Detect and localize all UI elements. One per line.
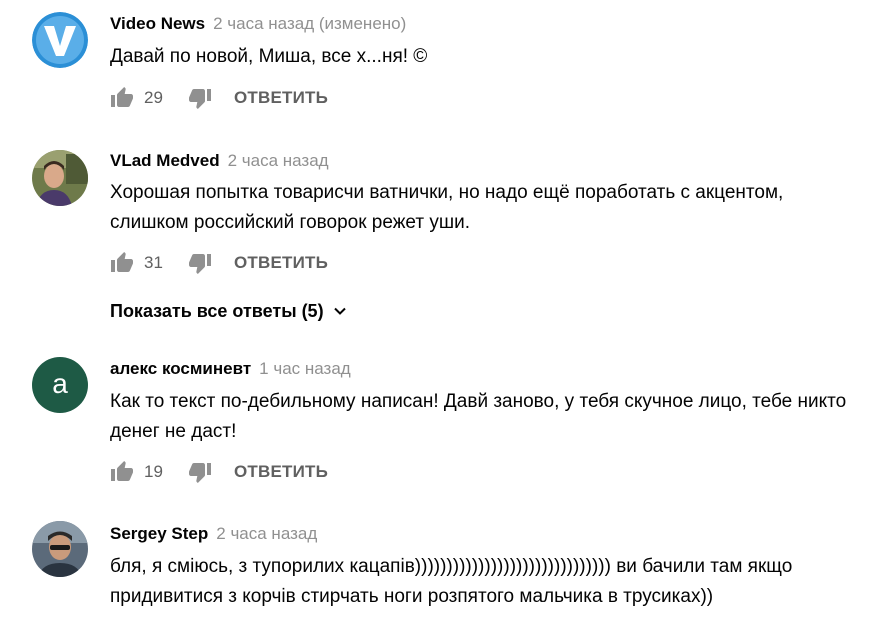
comment-header: алекс косминевт 1 час назад: [110, 359, 351, 379]
author-name[interactable]: Video News: [110, 14, 205, 33]
comment-header: Video News 2 часа назад (изменено): [110, 14, 406, 34]
thumbs-up-icon[interactable]: [110, 86, 134, 110]
user-photo-icon: [32, 521, 88, 577]
comment-actions: 31 ОТВЕТИТЬ: [110, 251, 328, 275]
thumbs-up-icon[interactable]: [110, 251, 134, 275]
reply-button[interactable]: ОТВЕТИТЬ: [234, 462, 328, 482]
comment-time[interactable]: 2 часа назад: [216, 524, 317, 543]
comment-time[interactable]: 2 часа назад: [228, 151, 329, 170]
like-count: 29: [144, 88, 163, 107]
comment-header: Sergey Step 2 часа назад: [110, 524, 317, 544]
thumbs-down-icon[interactable]: [188, 251, 212, 275]
comment-text: Давай по новой, Миша, все х...ня! ©: [110, 46, 428, 67]
comment-header: VLad Medved 2 часа назад: [110, 151, 329, 171]
author-name[interactable]: Sergey Step: [110, 524, 208, 543]
reply-button[interactable]: ОТВЕТИТЬ: [234, 253, 328, 273]
thumbs-down-icon[interactable]: [188, 86, 212, 110]
reply-button[interactable]: ОТВЕТИТЬ: [234, 88, 328, 108]
comment-text: Как то текст по-дебильному написан! Давй…: [110, 391, 847, 442]
avatar[interactable]: [32, 150, 88, 206]
like-count: 19: [144, 462, 163, 481]
like-count: 31: [144, 253, 163, 272]
thumbs-up-icon[interactable]: [110, 460, 134, 484]
comment-actions: 29 ОТВЕТИТЬ: [110, 86, 328, 110]
comment-actions: 19 ОТВЕТИТЬ: [110, 460, 328, 484]
show-replies-button[interactable]: Показать все ответы (5): [110, 298, 348, 324]
avatar[interactable]: а: [32, 357, 88, 413]
author-name[interactable]: VLad Medved: [110, 151, 220, 170]
chevron-down-icon: [333, 307, 346, 315]
thumbs-down-icon[interactable]: [188, 460, 212, 484]
avatar[interactable]: [32, 521, 88, 577]
avatar-letter: а: [52, 367, 68, 399]
show-replies-label: Показать все ответы (5): [110, 300, 324, 321]
user-photo-icon: [32, 150, 88, 206]
avatar[interactable]: [32, 12, 88, 68]
video-news-logo-icon: [32, 12, 88, 68]
comment-text: бля, я сміюсь, з тупорилих кацапів))))))…: [110, 556, 793, 607]
author-name[interactable]: алекс косминевт: [110, 359, 251, 378]
comment-text: Хорошая попытка товарисчи ватнички, но н…: [110, 182, 784, 233]
comment-time[interactable]: 2 часа назад (изменено): [213, 14, 406, 33]
comment-time[interactable]: 1 час назад: [259, 359, 351, 378]
